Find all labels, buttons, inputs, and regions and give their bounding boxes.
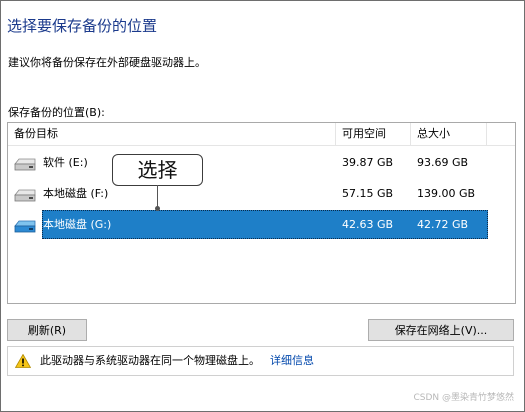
details-link[interactable]: 详细信息 <box>270 347 314 375</box>
drive-free-space: 57.15 GB <box>342 187 394 200</box>
save-on-network-button[interactable]: 保存在网络上(V)... <box>368 319 514 341</box>
warning-text: 此驱动器与系统驱动器在同一个物理磁盘上。 <box>40 354 260 367</box>
column-header-free-space[interactable]: 可用空间 <box>336 123 411 145</box>
callout-pointer-dot <box>155 206 160 211</box>
list-item-drive-f[interactable]: 本地磁盘 (F:) 57.15 GB 139.00 GB <box>8 179 488 208</box>
drive-total-size: 42.72 GB <box>417 218 469 231</box>
location-label: 保存备份的位置(B): <box>8 106 105 119</box>
drive-name: 本地磁盘 (F:) <box>43 187 109 200</box>
page-subtitle: 建议你将备份保存在外部硬盘驱动器上。 <box>8 56 206 69</box>
backup-destination-list[interactable]: 备份目标 可用空间 总大小 软件 (E:) 39.87 GB 93.69 GB … <box>7 122 516 304</box>
column-header-destination[interactable]: 备份目标 <box>8 123 336 145</box>
warning-panel: 此驱动器与系统驱动器在同一个物理磁盘上。 详细信息 <box>7 346 514 376</box>
select-callout-label: 选择 <box>112 154 203 186</box>
drive-total-size: 139.00 GB <box>417 187 476 200</box>
list-item-drive-e[interactable]: 软件 (E:) 39.87 GB 93.69 GB <box>8 148 488 177</box>
dialog-window: 选择要保存备份的位置 建议你将备份保存在外部硬盘驱动器上。 保存备份的位置(B)… <box>0 0 525 412</box>
warning-icon <box>15 354 31 368</box>
drive-icon <box>14 220 36 233</box>
refresh-button[interactable]: 刷新(R) <box>7 319 87 341</box>
drive-name: 软件 (E:) <box>43 156 88 169</box>
list-header: 备份目标 可用空间 总大小 <box>8 123 515 146</box>
drive-icon <box>14 158 36 171</box>
column-header-total-size[interactable]: 总大小 <box>411 123 487 145</box>
drive-free-space: 42.63 GB <box>342 218 394 231</box>
drive-free-space: 39.87 GB <box>342 156 394 169</box>
page-title: 选择要保存备份的位置 <box>7 17 158 35</box>
drive-icon <box>14 189 36 202</box>
drive-name: 本地磁盘 (G:) <box>43 218 112 231</box>
drive-total-size: 93.69 GB <box>417 156 469 169</box>
list-item-drive-g[interactable]: 本地磁盘 (G:) 42.63 GB 42.72 GB <box>8 210 488 239</box>
watermark: CSDN @墨染青竹梦悠然 <box>413 393 514 403</box>
